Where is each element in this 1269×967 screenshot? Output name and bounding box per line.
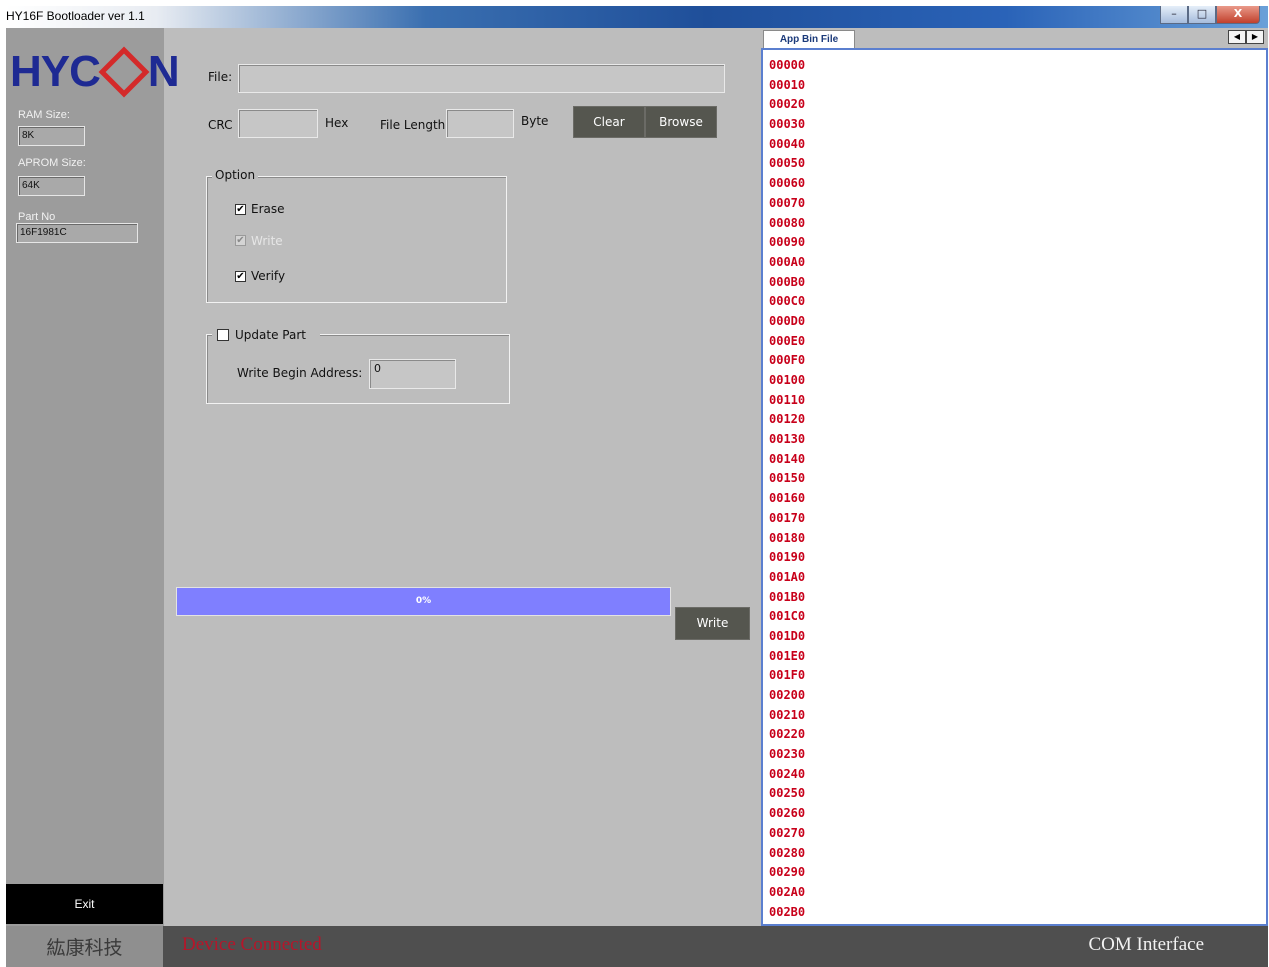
hex-address-row: 001A0 [769, 569, 806, 584]
tab-scroll-left-icon[interactable]: ◀ [1228, 30, 1246, 44]
hex-address-row: 000D0 [769, 313, 806, 328]
hex-address-row: 000C0 [769, 294, 806, 309]
hex-address-row: 00270 [769, 825, 806, 840]
minimize-button[interactable]: – [1160, 6, 1188, 24]
hycon-logo: HYC N [10, 46, 180, 98]
hex-address-row: 00240 [769, 766, 806, 781]
hex-address-row: 00200 [769, 688, 806, 702]
window-title: HY16F Bootloader ver 1.1 [6, 9, 145, 23]
hex-address-row: 001B0 [769, 589, 806, 604]
hex-address-row: 000B0 [769, 274, 806, 289]
hex-address-row: 00280 [769, 845, 806, 860]
file-length-label: File Length: [380, 118, 450, 132]
write-button[interactable]: Write [675, 607, 750, 640]
hex-label: Hex [325, 116, 349, 130]
hex-address-row: 00070 [769, 195, 806, 210]
ram-size-field: 8K [18, 126, 85, 146]
interface-label: COM Interface [1088, 934, 1204, 955]
hex-address-row: 001E0 [769, 648, 806, 663]
hex-address-row: 00150 [769, 471, 806, 486]
hex-address-row: 00170 [769, 510, 806, 525]
file-path-input[interactable] [238, 64, 725, 93]
crc-label: CRC [208, 118, 233, 132]
logo-text-prefix: HYC [10, 47, 101, 96]
byte-label: Byte [521, 114, 549, 128]
option-group-legend: Option [212, 168, 259, 182]
title-bar: HY16F Bootloader ver 1.1 – □ X [6, 6, 1268, 28]
progress-bar: 0% [176, 587, 671, 616]
hex-address-row: 00130 [769, 432, 806, 447]
part-no-field: 16F1981C [16, 223, 138, 243]
tab-scroll-right-icon[interactable]: ▶ [1246, 30, 1264, 44]
write-checkbox: ✔ [235, 235, 246, 246]
crc-field [238, 109, 318, 138]
file-label: File: [208, 70, 233, 84]
application-window: HY16F Bootloader ver 1.1 – □ X HYC N RAM… [6, 6, 1268, 967]
part-no-label: Part No [18, 211, 56, 223]
hex-address-row: 00080 [769, 215, 806, 230]
verify-checkbox[interactable]: ✔ [235, 271, 246, 282]
tab-app-bin-file[interactable]: App Bin File [763, 30, 855, 50]
connection-status: Device Connected [182, 934, 322, 955]
update-part-label: Update Part [235, 328, 306, 342]
hex-address-row: 00250 [769, 786, 806, 801]
verify-label: Verify [251, 269, 286, 283]
hex-address-row: 000E0 [769, 333, 806, 348]
ram-size-label: RAM Size: [18, 109, 70, 121]
update-part-checkbox[interactable] [217, 329, 229, 341]
hex-address-row: 002A0 [769, 884, 806, 899]
write-begin-address-label: Write Begin Address: [237, 366, 363, 380]
hex-address-row: 00210 [769, 707, 806, 722]
hex-address-row: 00120 [769, 412, 806, 427]
hex-address-row: 002B0 [769, 904, 806, 919]
logo-diamond-icon [98, 46, 150, 98]
hex-address-row: 001F0 [769, 668, 806, 683]
clear-button[interactable]: Clear [573, 106, 645, 138]
write-begin-address-input[interactable]: 0 [369, 359, 456, 389]
tab-scroll-arrows: ◀ ▶ [1228, 30, 1264, 44]
aprom-size-label: APROM Size: [18, 157, 86, 169]
exit-button[interactable]: Exit [6, 884, 163, 924]
sidebar: HYC N RAM Size: 8K APROM Size: 64K Part … [6, 28, 180, 926]
file-length-field [446, 109, 514, 138]
hex-address-row: 00050 [769, 156, 806, 171]
erase-label: Erase [251, 202, 285, 216]
hex-address-row: 00180 [769, 530, 806, 545]
hex-address-row: 001D0 [769, 628, 806, 643]
logo-text-suffix: N [147, 47, 180, 96]
hex-address-row: 00260 [769, 806, 806, 821]
hex-tab-strip: App Bin File ◀ ▶ [761, 28, 1268, 50]
hex-address-row: 00190 [769, 550, 806, 565]
hex-address-row: 00230 [769, 747, 806, 762]
hex-address-row: 001C0 [769, 609, 806, 624]
progress-text: 0% [415, 596, 432, 606]
hex-address-row: 00090 [769, 235, 806, 250]
maximize-button[interactable]: □ [1188, 6, 1216, 24]
hex-address-row: 00020 [769, 97, 806, 112]
hex-address-list: 00000 00010 00020 00030 00040 00050 00060 00070… [769, 56, 805, 922]
hex-address-row: 00220 [769, 727, 806, 742]
hex-address-row: 00010 [769, 77, 806, 92]
hex-address-row: 00140 [769, 451, 806, 466]
hex-address-row: 00040 [769, 136, 806, 151]
hex-address-row: 00100 [769, 373, 806, 387]
status-bar: 紘康科技 Device Connected COM Interface [6, 926, 1268, 967]
close-button[interactable]: X [1216, 6, 1260, 24]
hex-address-row: 00000 [769, 58, 806, 72]
hex-address-row: 000A0 [769, 254, 806, 269]
browse-button[interactable]: Browse [645, 106, 717, 138]
aprom-size-field: 64K [18, 176, 85, 196]
company-name: 紘康科技 [6, 926, 163, 967]
write-option-label: Write [251, 234, 283, 248]
hex-address-row: 00160 [769, 491, 806, 506]
hex-address-row: 00060 [769, 176, 806, 191]
hex-address-row: 00290 [769, 865, 806, 880]
hex-address-row: 000F0 [769, 353, 806, 368]
hex-view-panel[interactable]: 00000 00010 00020 00030 00040 00050 00060 00070… [761, 48, 1268, 926]
window-controls: – □ X [1160, 6, 1260, 24]
hex-address-row: 00110 [769, 392, 806, 407]
erase-checkbox[interactable]: ✔ [235, 204, 246, 215]
hex-address-row: 00030 [769, 117, 806, 132]
